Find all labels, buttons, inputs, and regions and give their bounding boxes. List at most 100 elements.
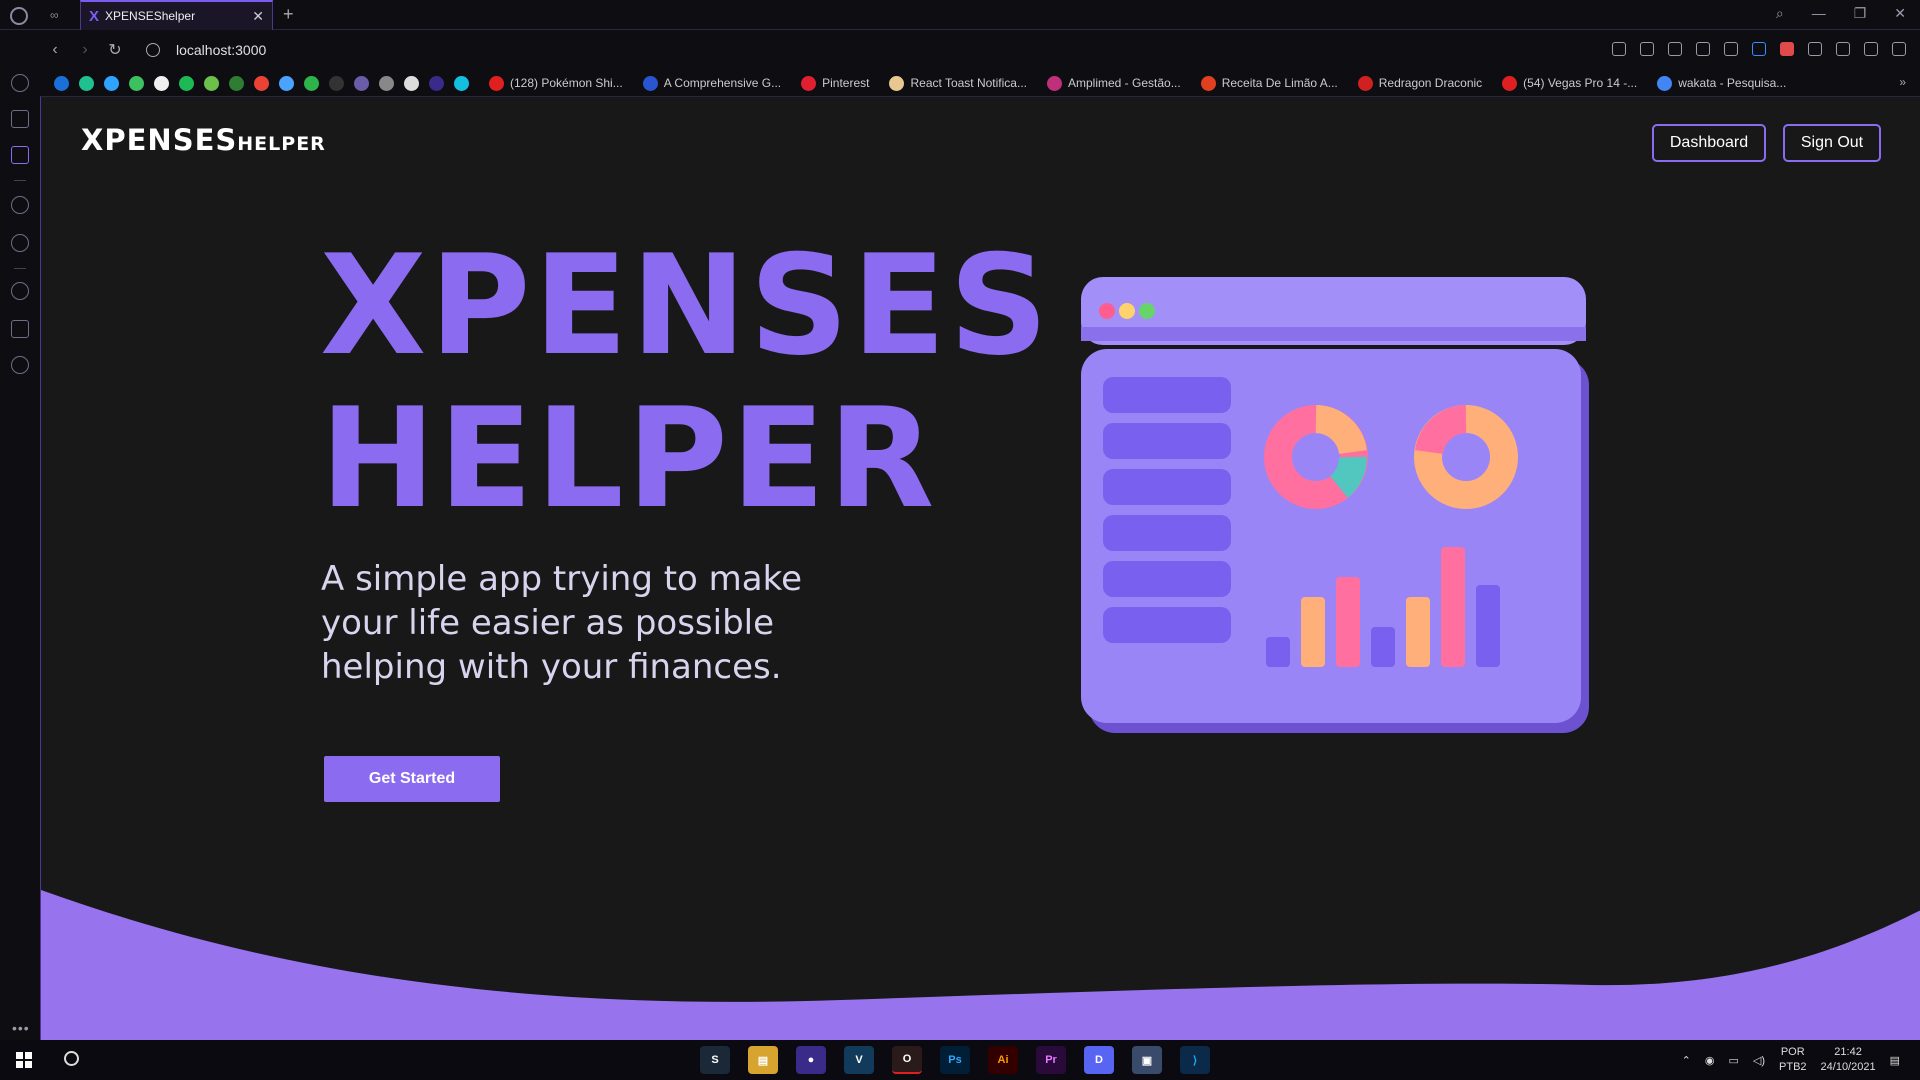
bookmark-item[interactable]: Pinterest bbox=[801, 75, 869, 91]
bookmark-icon[interactable] bbox=[129, 75, 144, 91]
tray-chevron-icon[interactable]: ⌃ bbox=[1682, 1054, 1691, 1067]
decorative-wave bbox=[41, 890, 1920, 1040]
heart-icon[interactable] bbox=[1724, 42, 1738, 56]
discord-icon[interactable]: D bbox=[1084, 1046, 1114, 1074]
taskbar-search-icon[interactable] bbox=[64, 1051, 79, 1066]
bookmark-icon[interactable] bbox=[329, 75, 344, 91]
send-icon[interactable] bbox=[11, 234, 29, 252]
bookmark-item[interactable]: (54) Vegas Pro 14 -... bbox=[1502, 75, 1637, 91]
spotify-icon[interactable] bbox=[179, 75, 194, 91]
speed-dial-icon[interactable] bbox=[11, 74, 29, 92]
microphone-icon[interactable]: ◉ bbox=[1705, 1054, 1715, 1067]
bookmark-icon[interactable] bbox=[304, 75, 319, 91]
sign-out-button[interactable]: Sign Out bbox=[1783, 124, 1881, 162]
bookmark-icon bbox=[889, 75, 905, 91]
send-icon[interactable] bbox=[1696, 42, 1710, 56]
close-window-button[interactable]: ✕ bbox=[1894, 5, 1906, 22]
tab-title: XPENSEShelper bbox=[105, 9, 196, 23]
bookmark-item[interactable]: Amplimed - Gestão... bbox=[1046, 75, 1181, 91]
back-button[interactable]: ‹ bbox=[40, 41, 70, 59]
sidebar-more-icon[interactable]: ••• bbox=[12, 1020, 30, 1036]
bookmark-item[interactable]: Redragon Draconic bbox=[1357, 75, 1482, 91]
twitch-icon[interactable] bbox=[11, 146, 29, 164]
premiere-icon[interactable]: Pr bbox=[1036, 1046, 1066, 1074]
bookmark-icon bbox=[1046, 75, 1062, 91]
player-icon[interactable] bbox=[11, 196, 29, 214]
steam-icon[interactable] bbox=[54, 75, 69, 91]
extension-icon[interactable] bbox=[1808, 42, 1822, 56]
history-icon[interactable] bbox=[11, 282, 29, 300]
illustration-dot-red bbox=[1099, 303, 1115, 319]
minimize-button[interactable]: — bbox=[1812, 5, 1826, 22]
extensions-icon[interactable] bbox=[11, 320, 29, 338]
illustrator-icon[interactable]: Ai bbox=[988, 1046, 1018, 1074]
dashboard-button[interactable]: Dashboard bbox=[1652, 124, 1766, 162]
folder-icon[interactable] bbox=[379, 75, 394, 91]
gmail-icon[interactable] bbox=[254, 75, 269, 91]
bookmark-item[interactable]: Receita De Limão A... bbox=[1200, 75, 1338, 91]
restore-button[interactable]: ❐ bbox=[1854, 5, 1867, 22]
get-started-button[interactable]: Get Started bbox=[324, 756, 500, 802]
browser-tab-bar: ∞ X XPENSEShelper ✕ + ⌕ — ❐ ✕ bbox=[0, 0, 1920, 30]
start-button[interactable] bbox=[16, 1052, 32, 1068]
youtube-icon bbox=[1502, 75, 1518, 91]
bookmark-icon[interactable] bbox=[429, 75, 444, 91]
volume-icon[interactable]: ◁) bbox=[1753, 1054, 1765, 1067]
app-icon[interactable]: V bbox=[844, 1046, 874, 1074]
bookmark-item[interactable]: A Comprehensive G... bbox=[642, 75, 781, 91]
browser-tab-active[interactable]: X XPENSEShelper ✕ bbox=[80, 0, 273, 30]
workspace-icon[interactable]: ∞ bbox=[50, 8, 59, 22]
reload-button[interactable]: ↻ bbox=[100, 40, 130, 60]
address-actions bbox=[1612, 42, 1906, 56]
cube-icon[interactable] bbox=[1836, 42, 1850, 56]
clock[interactable]: 21:42 24/10/2021 bbox=[1821, 1045, 1876, 1075]
github-icon[interactable] bbox=[404, 75, 419, 91]
menu-icon[interactable] bbox=[1892, 42, 1906, 56]
opera-menu-icon[interactable] bbox=[10, 7, 28, 25]
bookmark-icon[interactable] bbox=[154, 75, 169, 91]
bookmark-icon[interactable] bbox=[204, 75, 219, 91]
bookmark-icon[interactable] bbox=[79, 75, 94, 91]
network-icon[interactable]: ▭ bbox=[1728, 1054, 1738, 1067]
bookmark-icon bbox=[1357, 75, 1373, 91]
extension-icon[interactable] bbox=[1752, 42, 1766, 56]
search-tabs-icon[interactable]: ⌕ bbox=[1776, 5, 1784, 22]
forward-button[interactable]: › bbox=[70, 41, 100, 59]
bookmarks-overflow-icon[interactable]: » bbox=[1899, 75, 1906, 89]
vpn-shield-icon[interactable] bbox=[1668, 42, 1682, 56]
app-icon[interactable]: ▣ bbox=[1132, 1046, 1162, 1074]
address-bar: ‹ › ↻ localhost:3000 bbox=[40, 30, 1920, 70]
share-icon[interactable] bbox=[1612, 42, 1626, 56]
download-icon[interactable] bbox=[1864, 42, 1878, 56]
bookmark-icon[interactable] bbox=[229, 75, 244, 91]
site-logo[interactable]: XPENSESHELPER bbox=[81, 123, 326, 157]
illustration-dot-green bbox=[1139, 303, 1155, 319]
youtube-icon bbox=[489, 75, 504, 91]
bookmark-item[interactable]: wakata - Pesquisa... bbox=[1657, 75, 1786, 91]
photoshop-icon[interactable]: Ps bbox=[940, 1046, 970, 1074]
bookmark-icon[interactable] bbox=[104, 75, 119, 91]
snapshot-icon[interactable] bbox=[1640, 42, 1654, 56]
bookmark-icon[interactable] bbox=[354, 75, 369, 91]
bookmark-icon bbox=[1200, 75, 1216, 91]
url-field[interactable]: localhost:3000 bbox=[176, 42, 266, 58]
opera-app-icon[interactable]: O bbox=[892, 1046, 922, 1074]
bookmark-item[interactable]: React Toast Notifica... bbox=[889, 75, 1027, 91]
steam-app-icon[interactable]: S bbox=[700, 1046, 730, 1074]
tab-close-icon[interactable]: ✕ bbox=[252, 8, 264, 25]
shopping-icon[interactable] bbox=[11, 110, 29, 128]
app-icon[interactable]: ● bbox=[796, 1046, 826, 1074]
bookmark-icon[interactable] bbox=[454, 75, 469, 91]
bookmark-item[interactable]: (128) Pokémon Shi... bbox=[489, 75, 623, 91]
settings-gear-icon[interactable] bbox=[11, 356, 29, 374]
extension-icon[interactable] bbox=[1780, 42, 1794, 56]
vscode-icon[interactable]: ⟩ bbox=[1180, 1046, 1210, 1074]
language-indicator[interactable]: POR PTB2 bbox=[1779, 1045, 1807, 1075]
notifications-icon[interactable]: ▤ bbox=[1890, 1054, 1900, 1067]
new-tab-button[interactable]: + bbox=[283, 4, 294, 25]
logo-word-xpenses: XPENSES bbox=[81, 123, 238, 157]
file-explorer-icon[interactable]: ▤ bbox=[748, 1046, 778, 1074]
bookmark-icon[interactable] bbox=[279, 75, 294, 91]
site-info-icon[interactable] bbox=[146, 43, 160, 57]
site-favicon-icon: X bbox=[89, 7, 100, 25]
